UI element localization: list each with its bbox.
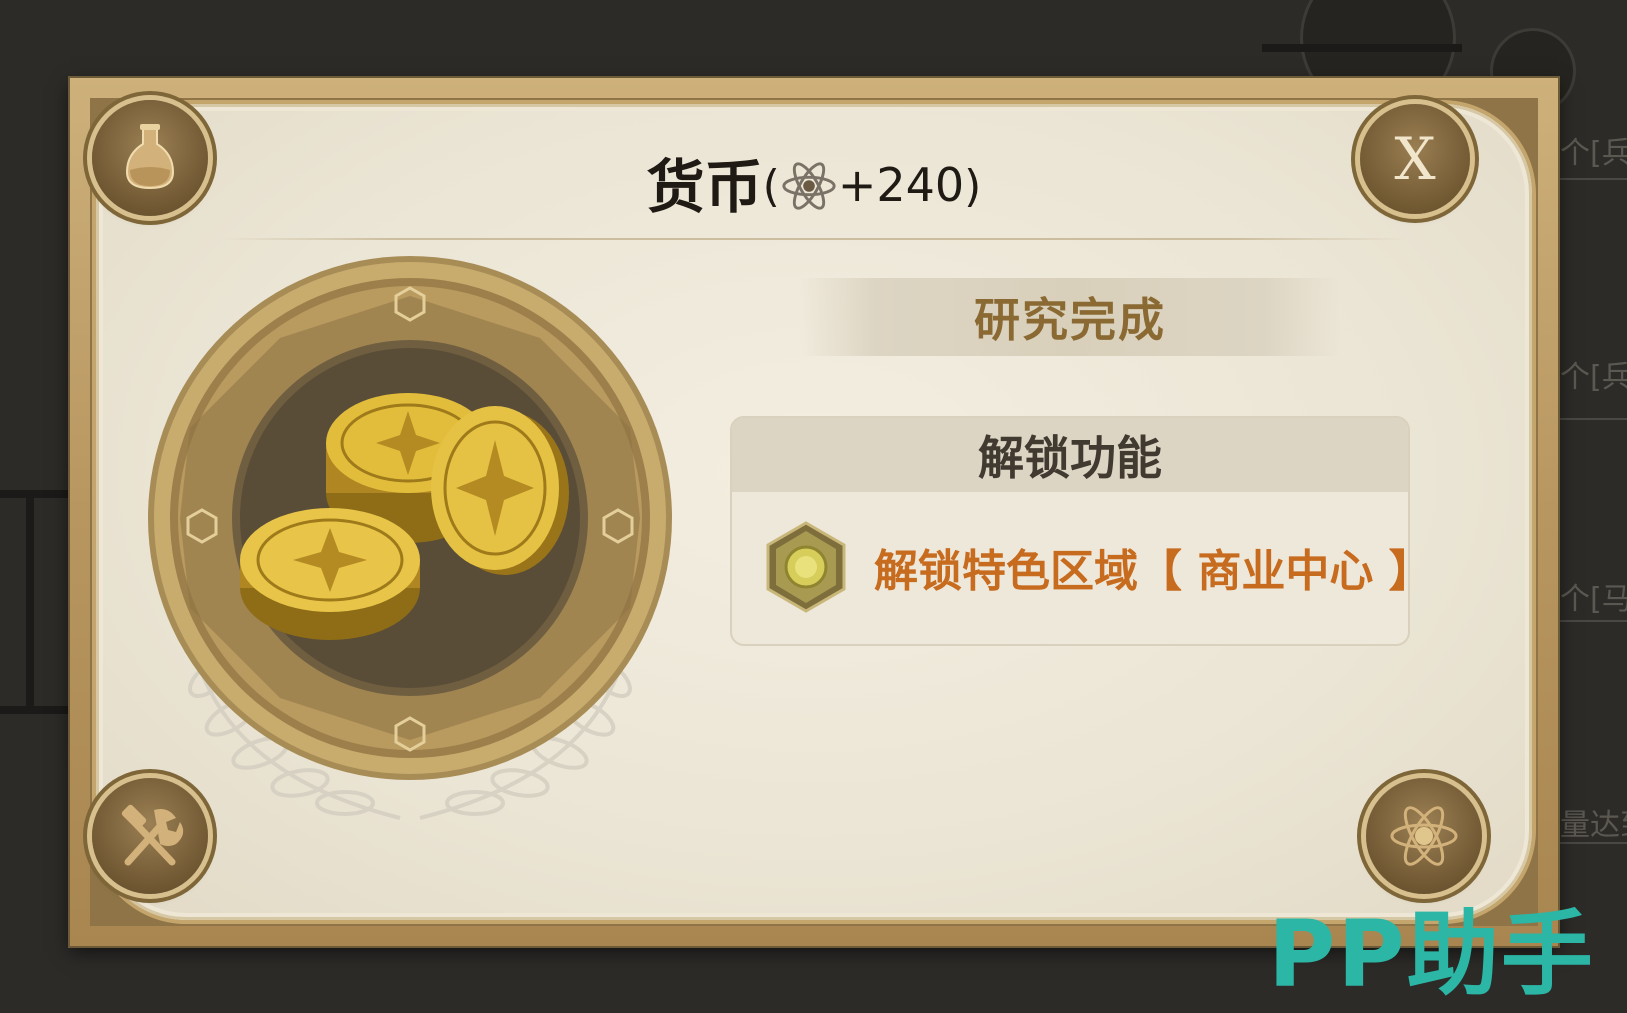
background-connector [26,490,34,710]
unlock-features-panel: 解锁功能 解锁特色区域【 商业中心 】 [730,416,1410,646]
corner-medallion-bottom-left [92,778,208,894]
background-row-label: 量达到 [1560,808,1627,843]
coin-hexagon-icon [766,521,846,613]
background-row-label: 个[兵 [1560,136,1627,171]
watermark-logo: PP助手 [1268,901,1595,1008]
unlock-features-heading: 解锁功能 [732,418,1408,492]
title-paren-open: ( [762,161,780,212]
unlock-item: 解锁特色区域【 商业中心 】 [732,492,1408,642]
dialog-title: 货币( +240) [70,140,1558,224]
atom-icon [782,162,836,210]
header-divider [220,238,1408,240]
corner-medallion-bottom-right [1366,778,1482,894]
background-connector [0,706,70,714]
close-button[interactable]: X [1360,104,1470,214]
background-row-label: 个[兵 [1560,360,1627,395]
atom-icon [1390,806,1458,866]
tools-icon [121,804,184,866]
gold-coins-icon [148,256,672,820]
background-row-divider [1555,620,1627,622]
research-complete-banner: 研究完成 [800,278,1340,356]
title-text: 货币 [646,153,763,221]
background-connector [0,490,70,498]
background-row-divider [1555,418,1627,420]
unlock-item-label: 解锁特色区域【 商业中心 】 [874,546,1410,597]
research-complete-dialog: 货币( +240) X 研究完成 解锁功能 解锁特色区域【 商业中心 】 [70,78,1558,946]
title-research-points: +240 [837,158,965,212]
background-connector [1262,44,1462,52]
background-row-divider [1555,178,1627,180]
background-row-label: 个[马 [1560,582,1627,617]
title-paren-close: ) [964,161,982,212]
